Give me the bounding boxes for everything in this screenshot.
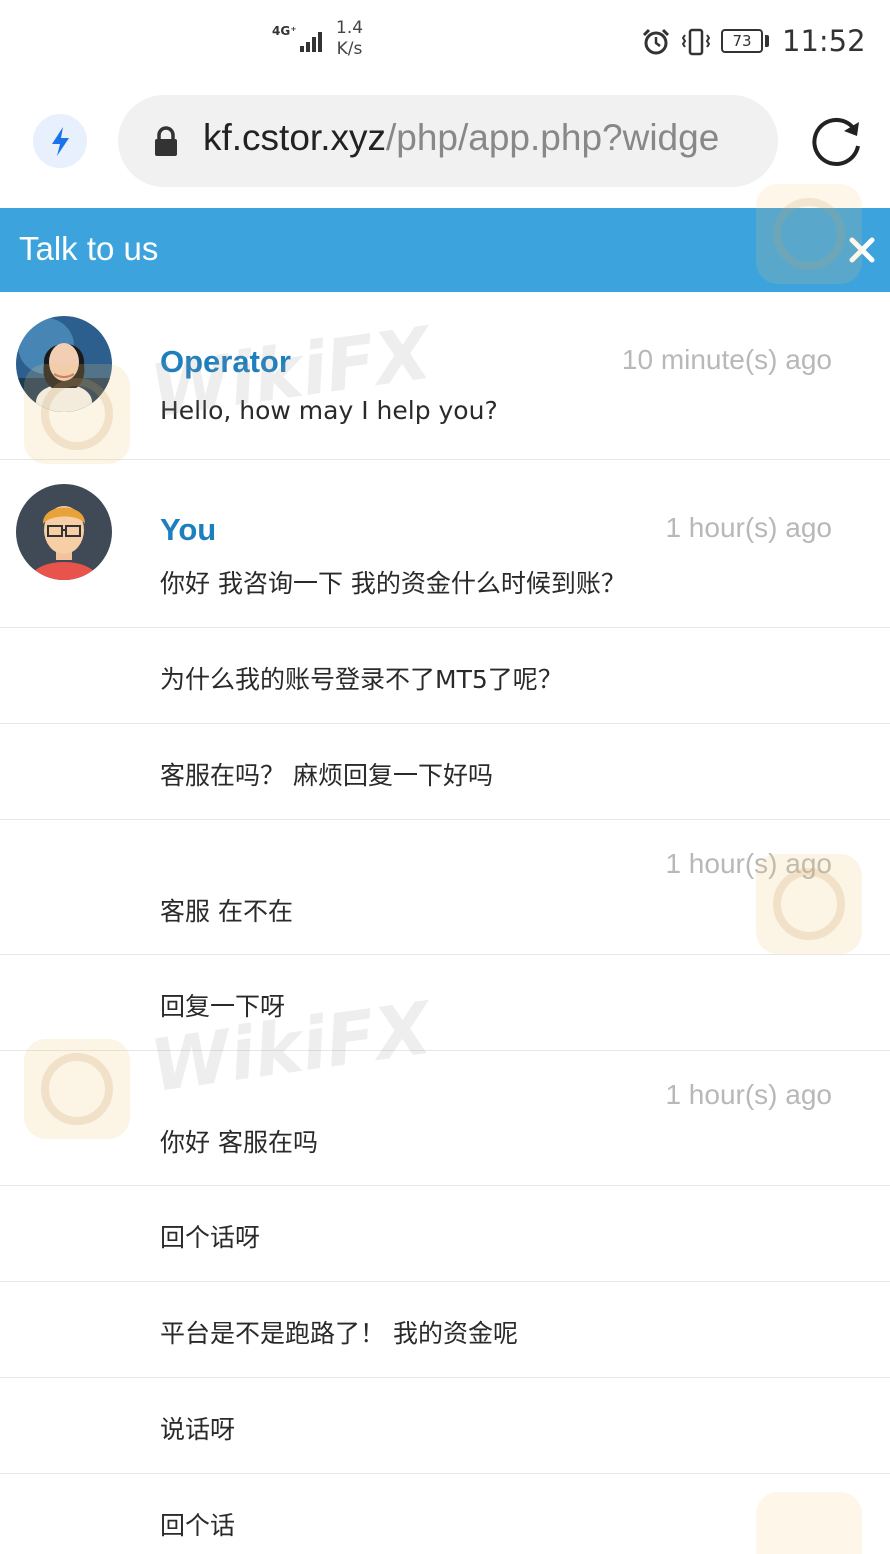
chat-message: You 1 hour(s) ago 你好 我咨询一下 我的资金什么时候到账？ (0, 460, 890, 628)
lock-icon (155, 126, 177, 156)
speed-unit: K/s (336, 39, 363, 59)
chat-message: 回复一下呀 (0, 955, 890, 1051)
chat-header: Talk to us (0, 208, 890, 292)
chat-message: 1 hour(s) ago 客服 在不在 (0, 820, 890, 955)
message-time: 1 hour(s) ago (665, 1079, 832, 1110)
message-text: 平台是不是跑路了！ 我的资金呢 (160, 1319, 518, 1348)
battery-tip (765, 35, 769, 47)
url-host: kf.cstor.xyz (203, 117, 386, 158)
message-time: 10 minute(s) ago (621, 344, 832, 375)
battery-icon: 73 (721, 29, 763, 53)
message-text: 为什么我的账号登录不了MT5了呢？ (160, 665, 563, 694)
lightning-icon (52, 127, 69, 156)
chat-message: 说话呀 (0, 1378, 890, 1474)
vibrate-icon (681, 28, 711, 56)
message-text: 说话呀 (160, 1415, 236, 1444)
status-bar: 4G⁺ 1.4 K/s 73 11:52 (0, 0, 890, 84)
url-text[interactable]: kf.cstor.xyz/php/app.php?widge (203, 117, 719, 159)
status-time: 11:52 (782, 24, 866, 58)
chat-message: 客服在吗？ 麻烦回复一下好吗 (0, 724, 890, 820)
message-text: 回个话呀 (160, 1223, 261, 1252)
message-text: 客服 在不在 (160, 897, 293, 926)
address-bar[interactable]: kf.cstor.xyz/php/app.php?widge (118, 95, 778, 187)
chat-message: 回个话呀 (0, 1186, 890, 1282)
sender-name: You (160, 512, 217, 547)
network-type: 4G⁺ (272, 24, 297, 38)
url-path: /php/app.php?widge (385, 117, 720, 158)
message-text: 客服在吗？ 麻烦回复一下好吗 (160, 761, 493, 790)
chat-message: 1 hour(s) ago 你好 客服在吗 (0, 1051, 890, 1186)
alarm-clock-icon (642, 28, 670, 55)
reload-icon[interactable] (806, 110, 866, 170)
chat-title: Talk to us (19, 230, 159, 267)
signal-icon: 4G⁺ (272, 24, 324, 54)
chat-message: 回个话 (0, 1474, 890, 1554)
operator-avatar (16, 316, 112, 412)
user-avatar (16, 484, 112, 580)
close-icon[interactable] (848, 236, 876, 264)
message-text: 回个话 (160, 1511, 236, 1540)
message-text: 你好 我咨询一下 我的资金什么时候到账？ (160, 569, 626, 598)
chat-message: 为什么我的账号登录不了MT5了呢？ (0, 628, 890, 724)
message-time: 1 hour(s) ago (665, 848, 832, 879)
message-text: 你好 客服在吗 (160, 1128, 318, 1157)
speed-value: 1.4 (336, 18, 364, 38)
chat-message: 平台是不是跑路了！ 我的资金呢 (0, 1282, 890, 1378)
lightning-button[interactable] (33, 114, 87, 168)
chat-message: Operator 10 minute(s) ago Hello, how may… (0, 292, 890, 460)
message-time: 1 hour(s) ago (665, 512, 832, 543)
network-speed: 1.4 K/s (336, 18, 363, 60)
